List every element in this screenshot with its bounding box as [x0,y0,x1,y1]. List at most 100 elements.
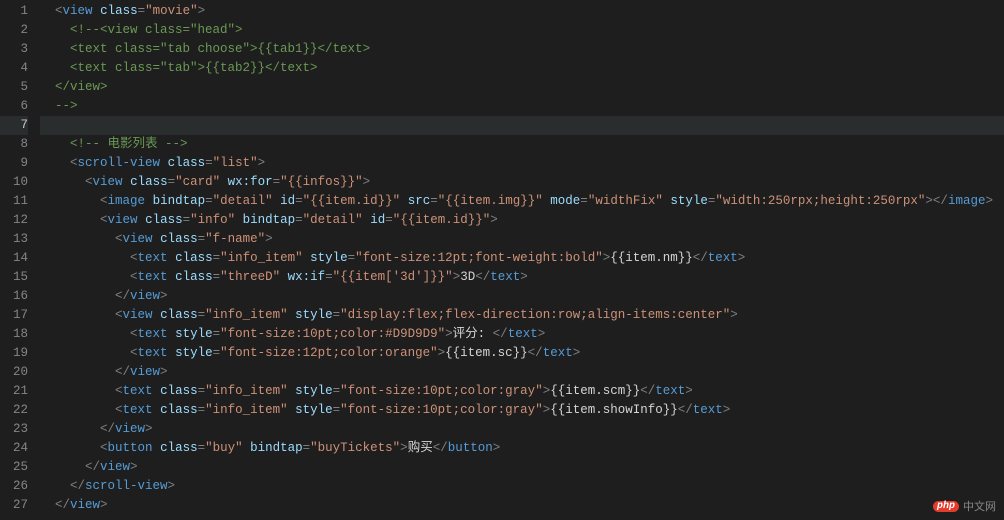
token-txt: 3D [460,270,475,284]
code-line[interactable]: <view class="info" bindtap="detail" id="… [40,211,1004,230]
line-number: 21 [0,382,28,401]
token-cmt: </view> [55,80,108,94]
token-txt [288,384,296,398]
token-str: "font-size:10pt;color:#D9D9D9" [220,327,445,341]
code-line[interactable]: </scroll-view> [40,477,1004,496]
code-line[interactable]: <scroll-view class="list"> [40,154,1004,173]
token-attr: style [295,308,333,322]
code-line[interactable] [40,116,1004,135]
line-number: 1 [0,2,28,21]
code-line[interactable]: <text class="info_item" style="font-size… [40,249,1004,268]
token-br: = [198,403,206,417]
token-str: "buy" [205,441,243,455]
token-attr: wx:if [288,270,326,284]
code-line[interactable]: <text class="info_item" style="font-size… [40,382,1004,401]
token-br: = [205,194,213,208]
token-tag: scroll-view [85,479,168,493]
token-br: = [205,156,213,170]
token-txt: {{item.scm}} [550,384,640,398]
code-line[interactable]: <text class="tab choose">{{tab1}}</text> [40,40,1004,59]
token-str: "{{item.img}}" [438,194,543,208]
token-br: = [198,441,206,455]
token-txt [168,270,176,284]
code-line[interactable]: <view class="f-name"> [40,230,1004,249]
token-br: > [265,232,273,246]
token-attr: style [175,346,213,360]
token-tag: text [123,403,153,417]
token-br: > [258,156,266,170]
code-line[interactable]: <text class="tab">{{tab2}}</text> [40,59,1004,78]
code-line[interactable]: </view> [40,78,1004,97]
code-line[interactable]: --> [40,97,1004,116]
token-br: > [198,4,206,18]
token-attr: class [175,251,213,265]
token-str: "buyTickets" [310,441,400,455]
token-txt [235,213,243,227]
token-br: = [430,194,438,208]
code-line[interactable]: <view class="info_item" style="display:f… [40,306,1004,325]
token-br: = [168,175,176,189]
code-line[interactable]: <button class="buy" bindtap="buyTickets"… [40,439,1004,458]
code-line[interactable]: <view class="movie"> [40,2,1004,21]
code-area[interactable]: <view class="movie"> <!--<view class="he… [40,0,1004,520]
token-tag: button [448,441,493,455]
token-tag: view [93,175,123,189]
token-br: = [198,232,206,246]
token-str: "{{item.id}}" [303,194,401,208]
code-line[interactable]: <text class="threeD" wx:if="{{item['3d']… [40,268,1004,287]
token-str: "info_item" [205,403,288,417]
token-br: </ [433,441,448,455]
token-attr: id [280,194,295,208]
token-txt [160,156,168,170]
token-tag: text [708,251,738,265]
code-editor[interactable]: 1234567891011121314151617181920212223242… [0,0,1004,520]
token-tag: image [948,194,986,208]
code-line[interactable]: </view> [40,420,1004,439]
token-br: = [198,384,206,398]
token-tag: text [138,327,168,341]
token-attr: class [145,213,183,227]
code-line[interactable]: <text style="font-size:12pt;color:orange… [40,344,1004,363]
token-br: > [723,403,731,417]
line-number: 26 [0,477,28,496]
token-tag: view [70,498,100,512]
token-br: > [538,327,546,341]
token-cmt: <text class="tab choose">{{tab1}}</text> [70,42,370,56]
token-br: > [520,270,528,284]
token-str: "info" [190,213,235,227]
code-line[interactable]: <text class="info_item" style="font-size… [40,401,1004,420]
token-br: </ [493,327,508,341]
line-number: 12 [0,211,28,230]
code-line[interactable]: <!-- 电影列表 --> [40,135,1004,154]
token-str: "movie" [145,4,198,18]
line-number: 9 [0,154,28,173]
token-str: "info_item" [220,251,303,265]
code-line[interactable]: <view class="card" wx:for="{{infos}}"> [40,173,1004,192]
token-attr: class [160,384,198,398]
line-number: 5 [0,78,28,97]
token-str: "detail" [303,213,363,227]
token-br: </ [693,251,708,265]
code-line[interactable]: <!--<view class="head"> [40,21,1004,40]
token-str: "{{item['3d']}}" [333,270,453,284]
line-number: 15 [0,268,28,287]
code-line[interactable]: <image bindtap="detail" id="{{item.id}}"… [40,192,1004,211]
token-txt [153,384,161,398]
token-str: "font-size:10pt;color:gray" [340,384,543,398]
code-line[interactable]: </view> [40,287,1004,306]
code-line[interactable]: </view> [40,458,1004,477]
token-br: < [115,232,123,246]
code-line[interactable]: <text style="font-size:10pt;color:#D9D9D… [40,325,1004,344]
token-str: "widthFix" [588,194,663,208]
token-br: > [573,346,581,360]
token-tag: view [108,213,138,227]
token-br: > [490,213,498,227]
line-number: 2 [0,21,28,40]
token-attr: style [670,194,708,208]
token-br: = [213,270,221,284]
token-attr: class [160,403,198,417]
token-br: </ [640,384,655,398]
code-line[interactable]: </view> [40,363,1004,382]
token-str: "font-size:10pt;color:gray" [340,403,543,417]
code-line[interactable]: </view> [40,496,1004,515]
